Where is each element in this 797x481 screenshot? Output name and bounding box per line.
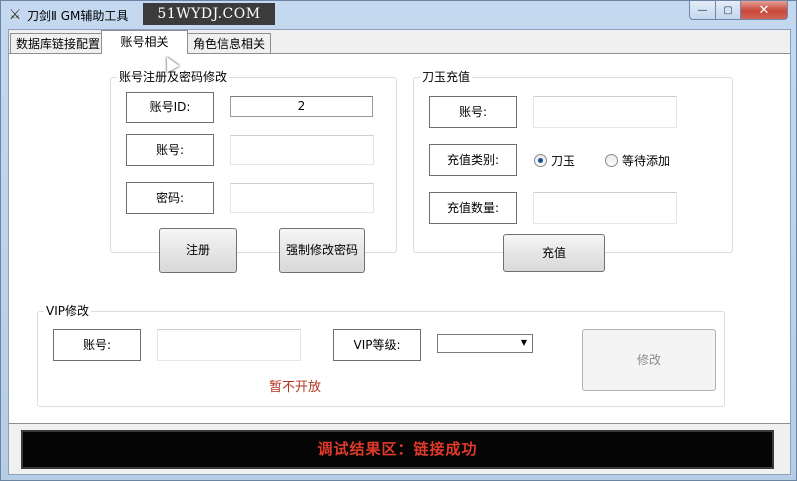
radio-daoyu-label: 刀玉 (551, 154, 576, 168)
vip-group-title: VIP修改 (44, 304, 91, 318)
radio-pending-label: 等待添加 (622, 154, 671, 168)
recharge-account-label: 账号: (429, 96, 517, 128)
password-label: 密码: (126, 182, 214, 214)
maximize-button[interactable]: ▢ (715, 1, 741, 20)
vip-account-label: 账号: (53, 329, 141, 361)
tab-account[interactable]: 账号相关 (101, 30, 188, 54)
tab-database-config[interactable]: 数据库链接配置 (10, 33, 107, 54)
account-group-title: 账号注册及密码修改 (117, 70, 230, 84)
close-button[interactable]: ✕ (740, 1, 788, 20)
minimize-icon: — (697, 4, 708, 16)
window-title: 刀剑Ⅱ GM辅助工具 (27, 9, 129, 23)
password-input[interactable] (230, 183, 374, 213)
chevron-down-icon: ▼ (520, 338, 528, 347)
recharge-type-label: 充值类别: (429, 144, 517, 176)
radio-pending[interactable]: 等待添加 (605, 152, 670, 169)
recharge-group-title: 刀玉充值 (420, 70, 473, 84)
watermark-logo: 51WYDJ.COM (143, 3, 275, 25)
account-id-label: 账号ID: (126, 92, 214, 123)
tab-character-info[interactable]: 角色信息相关 (187, 33, 272, 54)
maximize-icon: ▢ (723, 4, 733, 16)
radio-selected-icon (534, 154, 547, 167)
vip-notice: 暂不开放 (269, 380, 322, 395)
sword-icon: ⚔ (8, 7, 22, 23)
vip-level-label: VIP等级: (333, 329, 421, 361)
account-input[interactable] (230, 135, 374, 165)
title-bar[interactable]: ⚔ 刀剑Ⅱ GM辅助工具 51WYDJ.COM — ▢ ✕ (1, 1, 796, 29)
recharge-amount-input[interactable] (533, 192, 677, 224)
result-text: 调试结果区：链接成功 (317, 440, 478, 458)
vip-modify-button[interactable]: 修改 (582, 329, 716, 391)
radio-unselected-icon (605, 154, 618, 167)
radio-daoyu[interactable]: 刀玉 (534, 152, 575, 169)
result-panel: 调试结果区：链接成功 (21, 430, 774, 469)
recharge-account-input[interactable] (533, 96, 677, 128)
force-reset-password-button[interactable]: 强制修改密码 (279, 228, 365, 273)
close-icon: ✕ (758, 2, 770, 18)
minimize-button[interactable]: — (689, 1, 716, 20)
account-label: 账号: (126, 134, 214, 166)
recharge-button[interactable]: 充值 (503, 234, 605, 272)
recharge-amount-label: 充值数量: (429, 192, 517, 224)
account-id-input[interactable]: 2 (230, 96, 373, 117)
vip-group: VIP修改 账号: VIP等级: ▼ 修改 暂不开放 (37, 304, 725, 407)
tab-panel-account: 账号注册及密码修改 账号ID: 2 账号: 密码: 注册 强制修改密码 刀玉充值… (9, 53, 790, 424)
recharge-group: 刀玉充值 账号: 充值类别: 刀玉 等待添加 充值数量: 充值 (413, 70, 733, 272)
client-area: 数据库链接配置 账号相关 角色信息相关 账号注册及密码修改 账号ID: 2 账号… (8, 29, 791, 475)
account-group: 账号注册及密码修改 账号ID: 2 账号: 密码: 注册 强制修改密码 (110, 70, 397, 273)
register-button[interactable]: 注册 (159, 228, 237, 273)
vip-account-input[interactable] (157, 329, 301, 361)
app-window: ⚔ 刀剑Ⅱ GM辅助工具 51WYDJ.COM — ▢ ✕ 数据库链接配置 账号… (0, 0, 797, 481)
vip-level-select[interactable]: ▼ (437, 334, 533, 353)
